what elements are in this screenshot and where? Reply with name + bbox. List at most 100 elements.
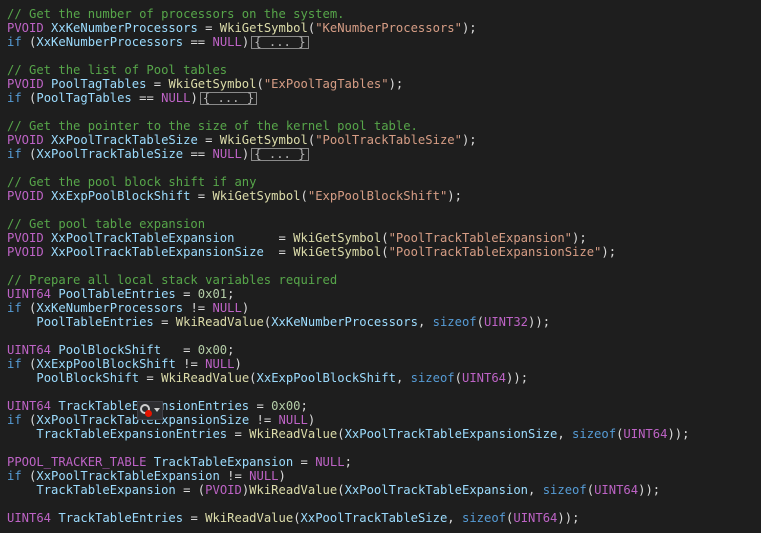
code-line[interactable]: // Get the pointer to the size of the ke…	[7, 119, 418, 133]
code-line[interactable]: if (XxPoolTrackTableSize == NULL){ ... }	[7, 147, 309, 161]
code-token-func: WkiReadValue	[249, 483, 338, 497]
code-line[interactable]: PVOID XxExpPoolBlockShift = WkiGetSymbol…	[7, 189, 462, 203]
collapsed-region-button[interactable]: { ... }	[251, 36, 309, 49]
code-token-plain: );	[388, 77, 404, 91]
code-token-var: XxPoolTrackTableExpansionSize	[51, 245, 264, 259]
code-token-plain: ,	[528, 483, 543, 497]
code-line[interactable]: PVOID XxPoolTrackTableExpansion = WkiGet…	[7, 231, 587, 245]
code-token-kw: if	[7, 147, 22, 161]
quick-actions-button[interactable]	[137, 401, 163, 420]
code-token-plain: ,	[557, 427, 573, 441]
code-token-comment: // Prepare all local stack variables req…	[7, 273, 338, 287]
code-line[interactable]: UINT64 PoolBlockShift = 0x00;	[7, 343, 235, 357]
code-token-num: 0x00	[271, 399, 301, 413]
code-token-kw: sizeof	[410, 371, 455, 385]
code-token-str: "PoolTrackTableExpansion"	[388, 231, 573, 245]
collapsed-region-button[interactable]: { ... }	[251, 148, 309, 161]
code-line[interactable]: if (XxExpPoolBlockShift != NULL)	[7, 357, 242, 371]
code-token-func: WkiReadValue	[249, 427, 338, 441]
code-token-plain: ));	[638, 483, 661, 497]
code-line[interactable]: PoolBlockShift = WkiReadValue(XxExpPoolB…	[7, 371, 528, 385]
code-token-plain: =	[175, 483, 198, 497]
code-line[interactable]: PVOID PoolTagTables = WkiGetSymbol("ExPo…	[7, 77, 403, 91]
code-token-plain: ==	[131, 91, 162, 105]
code-token-plain: (	[21, 35, 37, 49]
code-token-plain: )	[241, 147, 250, 161]
code-line[interactable]: // Get the list of Pool tables	[7, 63, 227, 77]
code-line[interactable]: PPOOL_TRACKER_TABLE TrackTableExpansion …	[7, 455, 352, 469]
code-line[interactable]: if (XxKeNumberProcessors == NULL){ ... }	[7, 35, 309, 49]
code-token-macro: UINT64	[513, 511, 558, 525]
chevron-down-icon	[154, 408, 160, 412]
code-line[interactable]: PVOID XxPoolTrackTableExpansionSize = Wk…	[7, 245, 616, 259]
code-token-plain: (	[21, 413, 37, 427]
code-token-macro: UINT64	[7, 343, 52, 357]
code-token-func: WkiGetSymbol	[168, 77, 257, 91]
code-token-var: XxPoolTrackTableExpansion	[51, 231, 235, 245]
code-token-macro: NULL	[315, 455, 345, 469]
code-token-plain: ));	[557, 511, 580, 525]
code-token-plain: (	[21, 301, 37, 315]
code-line[interactable]: if (XxKeNumberProcessors != NULL)	[7, 301, 249, 315]
code-line[interactable]: TrackTableExpansion = (PVOID)WkiReadValu…	[7, 483, 660, 497]
code-token-plain: (	[586, 483, 595, 497]
code-token-kw: sizeof	[542, 483, 587, 497]
code-line[interactable]: UINT64 TrackTableEntries = WkiReadValue(…	[7, 511, 579, 525]
code-token-plain: (	[21, 357, 37, 371]
code-token-plain: =	[234, 231, 294, 245]
code-line[interactable]: if (PoolTagTables == NULL){ ... }	[7, 91, 258, 105]
code-token-num: 0x01	[197, 287, 228, 301]
code-line[interactable]: // Get pool table expansion	[7, 217, 205, 231]
code-line[interactable]: UINT64 PoolTableEntries = 0x01;	[7, 287, 235, 301]
code-token-plain: (	[476, 315, 484, 329]
code-token-func: WkiGetSymbol	[293, 231, 382, 245]
code-token-plain: );	[461, 133, 477, 147]
code-token-macro: UINT64	[7, 287, 52, 301]
code-token-plain: =	[227, 427, 250, 441]
code-token-kw: sizeof	[432, 315, 477, 329]
code-token-plain: (	[381, 231, 389, 245]
code-token-plain: ,	[417, 315, 433, 329]
code-token-plain: (	[256, 77, 264, 91]
code-token-plain: =	[190, 189, 213, 203]
code-token-macro: NULL	[249, 469, 279, 483]
code-token-macro: PVOID	[7, 189, 44, 203]
code-token-plain: (	[300, 189, 308, 203]
code-token-kw: if	[7, 91, 22, 105]
code-token-plain: )	[241, 301, 250, 315]
code-line[interactable]: // Get the pool block shift if any	[7, 175, 256, 189]
collapsed-region-button[interactable]: { ... }	[199, 92, 258, 105]
code-line[interactable]: PVOID XxPoolTrackTableSize = WkiGetSymbo…	[7, 133, 477, 147]
code-editor[interactable]: // Get the number of processors on the s…	[0, 0, 761, 533]
code-token-var: TrackTableExpansionEntries	[36, 427, 228, 441]
code-line[interactable]: PVOID XxKeNumberProcessors = WkiGetSymbo…	[7, 21, 477, 35]
code-token-str: "PoolTrackTableSize"	[315, 133, 462, 147]
code-line[interactable]: TrackTableExpansionEntries = WkiReadValu…	[7, 427, 689, 441]
code-token-plain: (	[337, 483, 345, 497]
code-line[interactable]: PoolTableEntries = WkiReadValue (XxKeNumb…	[7, 315, 550, 329]
code-token-plain: (	[381, 245, 389, 259]
code-token-macro: PVOID	[205, 483, 242, 497]
code-token-kw: if	[7, 301, 22, 315]
code-line[interactable]: if (XxPoolTrackTableExpansion != NULL)	[7, 469, 286, 483]
code-token-plain: );	[461, 21, 477, 35]
code-token-plain: )	[241, 35, 250, 49]
code-line[interactable]: // Get the number of processors on the s…	[7, 7, 345, 21]
code-token-func: WkiReadValue	[205, 511, 294, 525]
code-line[interactable]: // Prepare all local stack variables req…	[7, 273, 337, 287]
code-token-var: XxPoolTrackTableSize	[51, 133, 198, 147]
code-token-macro: NULL	[205, 357, 235, 371]
code-token-macro: UINT64	[594, 483, 639, 497]
code-token-plain: =	[139, 371, 162, 385]
code-token-var: XxKeNumberProcessors	[271, 315, 418, 329]
code-token-macro: UINT64	[462, 371, 507, 385]
code-token-var: XxKeNumberProcessors	[51, 21, 198, 35]
code-token-plain: (	[21, 91, 37, 105]
code-token-kw: sizeof	[461, 511, 507, 525]
